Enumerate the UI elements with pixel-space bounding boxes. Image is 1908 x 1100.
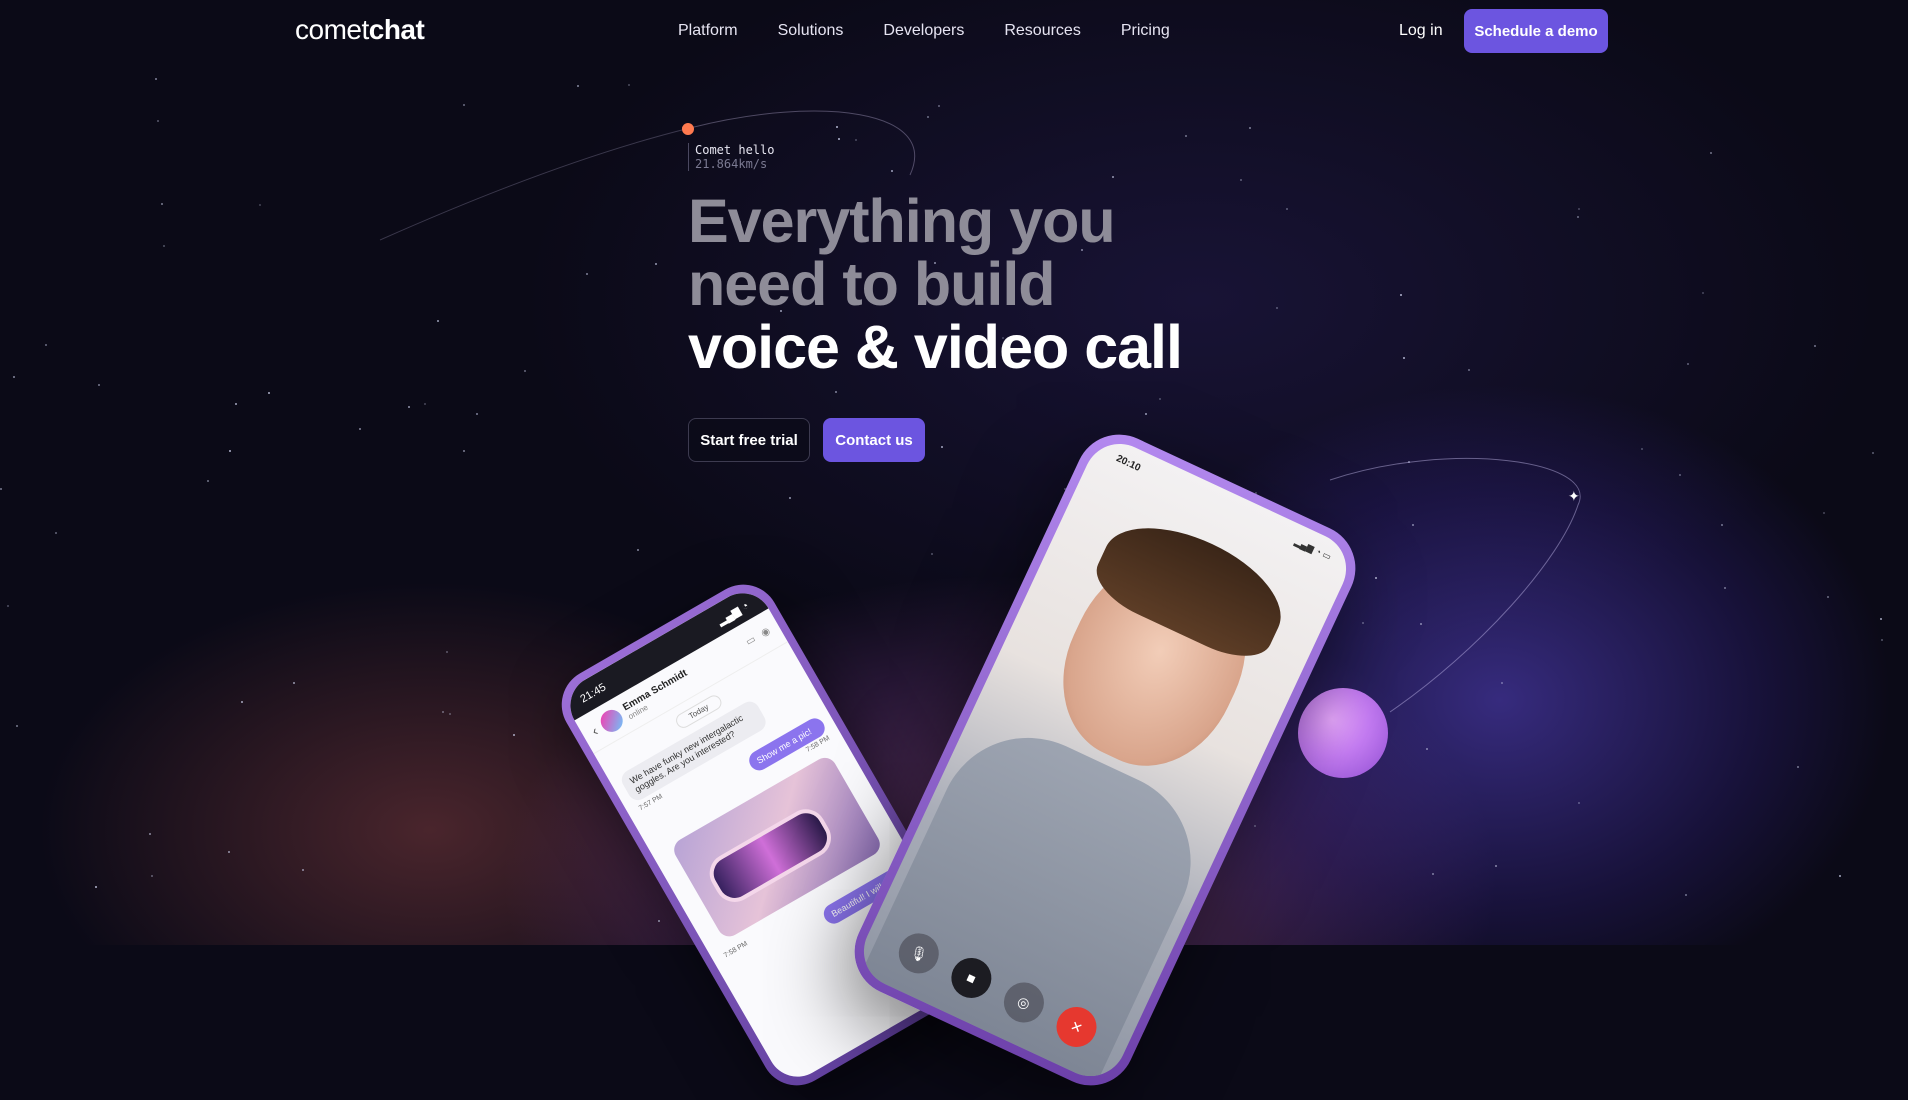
top-navigation: cometchat Platform Solutions Developers … — [0, 0, 1908, 62]
nav-developers[interactable]: Developers — [883, 22, 964, 40]
contact-us-button[interactable]: Contact us — [823, 418, 925, 462]
nav-pricing[interactable]: Pricing — [1121, 22, 1170, 40]
call-clock: 20:10 — [1114, 453, 1143, 474]
video-call-icon: ▭ — [743, 633, 758, 648]
comet-name: Comet hello — [695, 143, 775, 157]
nav-links: Platform Solutions Developers Resources … — [678, 22, 1170, 40]
cometchat-logo[interactable]: cometchat — [295, 14, 425, 46]
login-link[interactable]: Log in — [1399, 22, 1443, 40]
back-icon: ‹ — [588, 722, 601, 739]
signal-icon: ▂▄▆ ◔ ▭ — [1293, 536, 1333, 562]
nav-solutions[interactable]: Solutions — [778, 22, 844, 40]
comet-label: Comet hello 21.864km/s — [688, 143, 774, 171]
headline-line-2: need to build — [688, 250, 1056, 318]
info-icon: ◉ — [759, 625, 773, 639]
hero-headline: Everything you need to build voice & vid… — [688, 187, 1183, 381]
nav-platform[interactable]: Platform — [678, 22, 738, 40]
sparkle-icon: ✦ — [1568, 488, 1580, 504]
avatar — [596, 705, 627, 737]
chat-actions: ▭ ◉ — [744, 625, 772, 648]
start-free-trial-button[interactable]: Start free trial — [688, 418, 810, 462]
goggles-illustration — [702, 801, 839, 910]
headline-line-3: voice & video call — [688, 313, 1183, 381]
headline-line-1: Everything you — [688, 187, 1116, 255]
planet-orb — [1298, 688, 1388, 778]
nav-resources[interactable]: Resources — [1004, 22, 1080, 40]
schedule-demo-button[interactable]: Schedule a demo — [1464, 9, 1608, 53]
comet-dot — [682, 123, 694, 135]
comet-speed: 21.864km/s — [695, 157, 768, 171]
